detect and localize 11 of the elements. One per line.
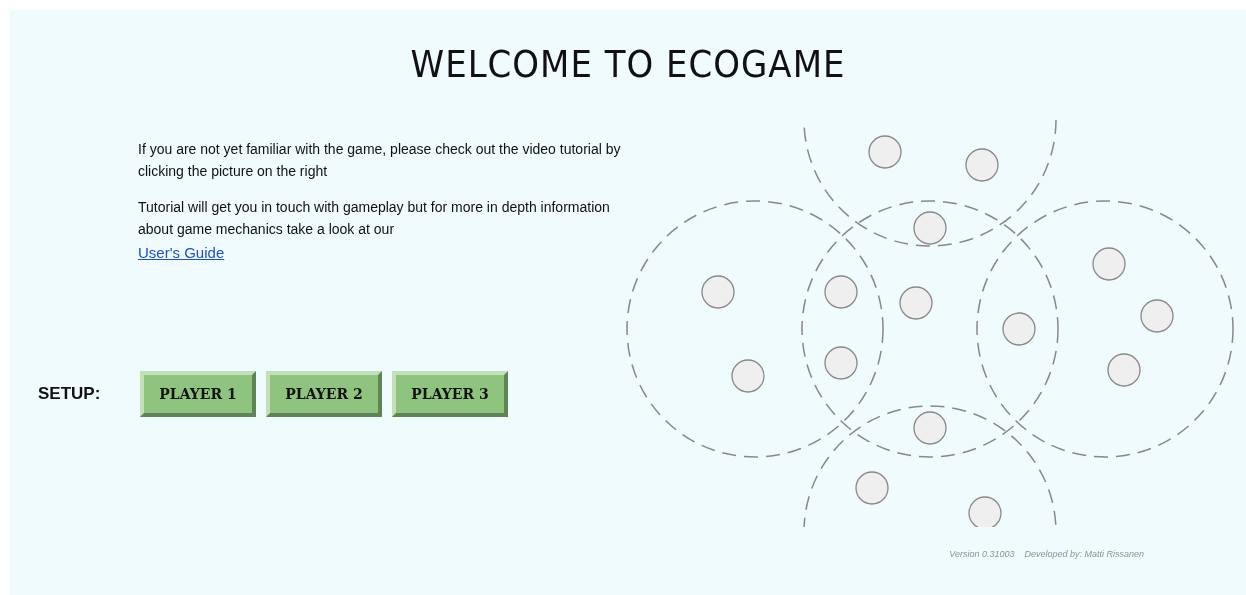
page-title: WELCOME TO ECOGAME	[410, 42, 846, 86]
setup-label: SETUP:	[38, 384, 102, 404]
player-button[interactable]: PLAYER 3	[392, 371, 508, 417]
player-button[interactable]: PLAYER 1	[140, 371, 256, 417]
users-guide-link[interactable]: User's Guide	[138, 244, 225, 261]
intro-paragraph: If you are not yet familiar with the game, please check out the video tutorial by clicking the picture on the right	[138, 140, 622, 181]
player-button[interactable]: PLAYER 2	[266, 371, 382, 417]
circles-drawing[interactable]	[626, 120, 1234, 527]
version-text: Version 0.31003	[949, 549, 1015, 559]
credits-text: Developed by: Matti Rissanen	[1024, 549, 1144, 559]
intro-paragraph: Tutorial will get you in touch with gameplay but for more in depth information about game mechanics take a look at our	[138, 198, 611, 239]
